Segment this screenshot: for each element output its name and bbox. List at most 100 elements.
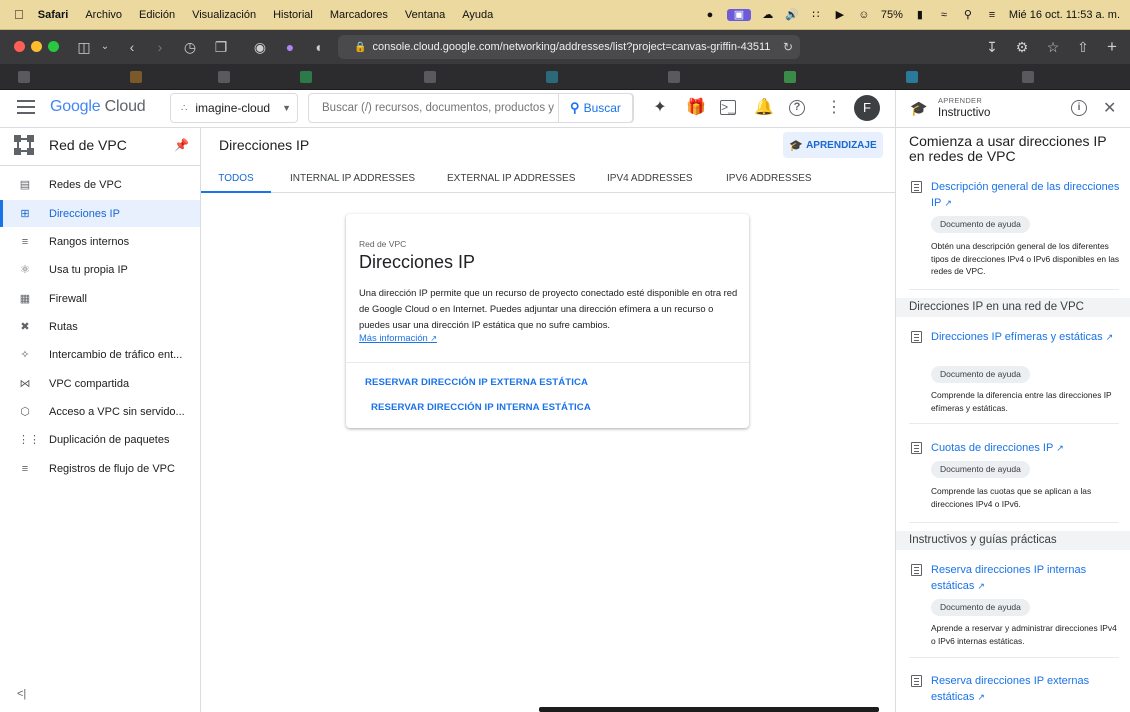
favorite-icon[interactable]	[300, 71, 312, 83]
menu-visualizacion[interactable]: Visualización	[192, 9, 256, 21]
extension-purple-icon[interactable]: ●	[281, 38, 299, 56]
tab-ipv4[interactable]: IPV4 ADDRESSES	[607, 164, 693, 193]
sidebar-item-vpc-compartida[interactable]: ⋈ VPC compartida	[0, 370, 200, 397]
search-button[interactable]: ⚲ Buscar	[558, 93, 633, 123]
horizontal-scrollbar[interactable]	[539, 707, 879, 712]
creative-cloud-icon[interactable]: ☁	[761, 9, 775, 21]
tabs-overview-icon[interactable]: ❐	[212, 38, 230, 56]
help-doc-link[interactable]: Cuotas de direcciones IP ↗	[931, 440, 1121, 456]
share-icon[interactable]: ⇧	[1074, 38, 1092, 56]
help-icon[interactable]: ?	[789, 100, 805, 116]
menu-archivo[interactable]: Archivo	[85, 9, 122, 21]
sidebar-item-acceso-sin-servidor[interactable]: ⬡ Acceso a VPC sin servido...	[0, 398, 200, 425]
external-link-icon: ↗	[977, 692, 985, 702]
wifi-icon[interactable]: ≈	[937, 9, 951, 21]
favorite-icon[interactable]	[218, 71, 230, 83]
pin-icon[interactable]: 📌	[174, 138, 189, 152]
learn-more-link[interactable]: Más información ↗	[359, 332, 437, 343]
project-dots-icon: ∴	[181, 102, 188, 114]
collapse-nav-icon[interactable]: <|	[17, 688, 26, 700]
settings-gear-icon[interactable]: ⚙	[1013, 38, 1031, 56]
help-doc-link[interactable]: Reserva direcciones IP internas estática…	[931, 562, 1121, 594]
sidebar-item-registros-flujo[interactable]: ≡ Registros de flujo de VPC	[0, 455, 200, 482]
spotlight-icon[interactable]: ⚲	[961, 9, 975, 21]
control-center-icon[interactable]: ≡	[985, 9, 999, 21]
reload-icon[interactable]: ↻	[779, 38, 797, 56]
learn-button[interactable]: 🎓 APRENDIZAJE	[783, 132, 883, 158]
forward-icon[interactable]: ›	[151, 38, 169, 56]
sidebar-item-rutas[interactable]: ✖ Rutas	[0, 313, 200, 340]
reserve-external-ip-button[interactable]: RESERVAR DIRECCIÓN IP EXTERNA ESTÁTICA	[365, 377, 588, 388]
gift-icon[interactable]: 🎁	[686, 98, 706, 118]
favorite-icon[interactable]	[906, 71, 918, 83]
bookmark-star-icon[interactable]: ☆	[1044, 38, 1062, 56]
gemini-sparkle-icon[interactable]: ✦	[650, 98, 670, 118]
project-selector[interactable]: ∴ imagine-cloud ▼	[170, 93, 298, 123]
help-doc-title: Reserva direcciones IP internas estática…	[931, 564, 1087, 592]
tab-todos[interactable]: TODOS	[201, 164, 271, 193]
menu-ayuda[interactable]: Ayuda	[462, 9, 493, 21]
favorite-icon[interactable]	[18, 71, 30, 83]
favorite-icon[interactable]	[668, 71, 680, 83]
help-doc-link[interactable]: Descripción general de las direcciones I…	[931, 179, 1121, 211]
close-window-button[interactable]	[14, 41, 25, 52]
battery-percent: 75%	[880, 9, 903, 21]
download-icon[interactable]: ↧	[983, 38, 1001, 56]
sidebar-toggle-icon[interactable]: ◫	[75, 38, 93, 56]
chevron-down-icon[interactable]: ⌄	[96, 38, 114, 56]
battery-icon[interactable]: ▮	[913, 9, 927, 21]
zoom-window-button[interactable]	[48, 41, 59, 52]
search-input[interactable]	[309, 102, 557, 114]
favorite-icon[interactable]	[546, 71, 558, 83]
menu-app-name[interactable]: Safari	[38, 9, 69, 21]
menu-marcadores[interactable]: Marcadores	[330, 9, 388, 21]
favorite-icon[interactable]	[1022, 71, 1034, 83]
reserve-internal-ip-button[interactable]: RESERVAR DIRECCIÓN IP INTERNA ESTÁTICA	[371, 402, 591, 413]
google-cloud-logo[interactable]: Google Cloud	[50, 98, 146, 116]
play-icon[interactable]: ▶	[833, 9, 847, 21]
notifications-bell-icon[interactable]: 🔔	[754, 98, 774, 118]
main-menu-icon[interactable]	[17, 100, 35, 114]
account-avatar[interactable]: F	[854, 95, 880, 121]
favorites-bar	[0, 64, 1130, 90]
screen-share-icon[interactable]: ▣	[726, 9, 751, 21]
tab-external-ip[interactable]: EXTERNAL IP ADDRESSES	[447, 164, 575, 193]
favorite-icon[interactable]	[130, 71, 142, 83]
wifi-dots-icon[interactable]: ∷	[809, 9, 823, 21]
address-bar[interactable]: 🔒 console.cloud.google.com/networking/ad…	[338, 35, 800, 59]
menu-edicion[interactable]: Edición	[139, 9, 175, 21]
user-icon[interactable]: ☺	[857, 9, 871, 21]
sidebar-item-intercambio-trafico[interactable]: ✧ Intercambio de tráfico ent...	[0, 341, 200, 368]
more-vert-icon[interactable]: ⋮	[824, 98, 844, 118]
favorite-icon[interactable]	[784, 71, 796, 83]
extension-moon-icon[interactable]: ◖	[309, 38, 327, 56]
info-icon[interactable]: i	[1071, 100, 1087, 116]
sidebar-item-redes-vpc[interactable]: ▤ Redes de VPC	[0, 171, 200, 198]
sidebar-item-direcciones-ip[interactable]: ⊞ Direcciones IP	[0, 200, 200, 227]
new-tab-icon[interactable]: +	[1103, 38, 1121, 56]
tab-internal-ip[interactable]: INTERNAL IP ADDRESSES	[290, 164, 415, 193]
back-icon[interactable]: ‹	[123, 38, 141, 56]
apple-menu-icon[interactable]: 	[14, 7, 24, 22]
close-icon[interactable]: ✕	[1103, 98, 1116, 118]
help-doc-link[interactable]: Direcciones IP efímeras y estáticas ↗	[931, 329, 1121, 345]
help-doc-link[interactable]: Reserva direcciones IP externas estática…	[931, 673, 1121, 705]
history-icon[interactable]: ◷	[181, 38, 199, 56]
clock[interactable]: Mié 16 oct. 11:53 a. m.	[1009, 9, 1120, 21]
minimize-window-button[interactable]	[31, 41, 42, 52]
sidebar-item-propia-ip[interactable]: ⚛ Usa tu propia IP	[0, 256, 200, 283]
favorite-icon[interactable]	[424, 71, 436, 83]
status-dot-icon[interactable]: ●	[703, 9, 717, 21]
divider	[909, 522, 1119, 523]
sidebar-item-duplicacion-paquetes[interactable]: ⋮⋮ Duplicación de paquetes	[0, 426, 200, 453]
search-icon: ⚲	[570, 100, 580, 115]
menu-ventana[interactable]: Ventana	[405, 9, 445, 21]
menu-historial[interactable]: Historial	[273, 9, 313, 21]
cloud-shell-icon[interactable]: >_	[720, 100, 736, 115]
tab-ipv6[interactable]: IPV6 ADDRESSES	[726, 164, 812, 193]
sidebar-item-label: Firewall	[49, 292, 87, 305]
sidebar-item-rangos-internos[interactable]: ≡ Rangos internos	[0, 228, 200, 255]
extension-icon[interactable]: ◉	[251, 38, 269, 56]
sidebar-item-firewall[interactable]: ▦ Firewall	[0, 285, 200, 312]
volume-icon[interactable]: 🔊	[785, 9, 799, 21]
